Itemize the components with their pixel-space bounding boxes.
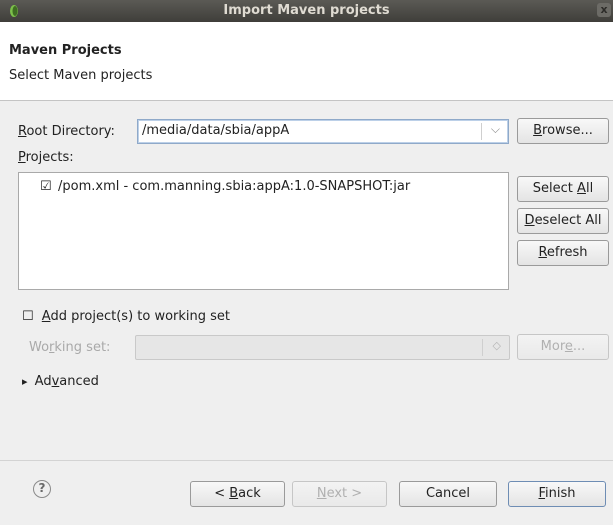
project-checkbox[interactable]: ☑ — [40, 179, 52, 194]
combo-divider — [481, 123, 482, 140]
root-directory-input[interactable]: /media/data/sbia/appA — [142, 123, 289, 138]
working-set-label: Working set: — [29, 340, 111, 355]
chevron-right-icon[interactable]: ▸ — [22, 375, 28, 388]
page-title: Maven Projects — [9, 43, 122, 58]
root-directory-label: Root Directory: — [18, 124, 115, 139]
import-maven-dialog: Import Maven projects x Maven Projects S… — [0, 0, 613, 525]
close-button[interactable]: x — [597, 3, 611, 17]
back-button[interactable]: < Back — [190, 481, 285, 507]
help-icon[interactable]: ? — [33, 480, 51, 498]
projects-label: Projects: — [18, 150, 74, 165]
chevron-updown-icon: ◇ — [492, 339, 501, 352]
refresh-button[interactable]: Refresh — [517, 240, 609, 266]
footer-separator — [0, 460, 613, 461]
cancel-button[interactable]: Cancel — [399, 481, 497, 507]
finish-button[interactable]: Finish — [508, 481, 606, 507]
more-button[interactable]: More... — [517, 334, 609, 360]
wizard-header: Maven Projects Select Maven projects — [0, 22, 613, 101]
page-subtitle: Select Maven projects — [9, 68, 153, 83]
select-all-button[interactable]: Select All — [517, 176, 609, 202]
close-icon: x — [600, 3, 608, 16]
add-to-working-set-checkbox[interactable]: ☐ Add project(s) to working set — [22, 309, 230, 324]
title-bar: Import Maven projects x — [0, 0, 613, 22]
working-set-combo[interactable]: ◇ — [135, 335, 510, 360]
checkbox-icon[interactable]: ☐ — [22, 309, 34, 324]
projects-list[interactable]: ☑ /pom.xml - com.manning.sbia:appA:1.0-S… — [18, 172, 509, 290]
combo-divider — [482, 339, 483, 356]
browse-button[interactable]: Browse... — [517, 118, 609, 144]
next-button[interactable]: Next > — [292, 481, 387, 507]
advanced-expander[interactable]: ▸ Advanced — [22, 374, 99, 389]
root-directory-combo[interactable]: /media/data/sbia/appA ⌵ — [137, 119, 509, 144]
window-title: Import Maven projects — [223, 3, 390, 18]
deselect-all-button[interactable]: Deselect All — [517, 208, 609, 234]
chevron-down-icon[interactable]: ⌵ — [491, 122, 500, 137]
project-label: /pom.xml - com.manning.sbia:appA:1.0-SNA… — [58, 179, 411, 194]
